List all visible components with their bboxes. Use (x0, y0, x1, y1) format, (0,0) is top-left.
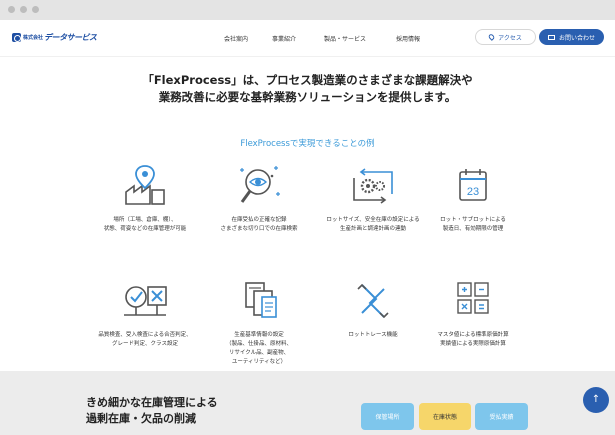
factory-pin-icon (125, 165, 165, 205)
tag-receipt-issue[interactable]: 受払実績 (475, 403, 528, 430)
tag-inventory-status[interactable]: 在庫状態 (419, 403, 471, 430)
trace-arrows-icon (357, 283, 389, 319)
company-logo[interactable]: 株式会社 データサービス (12, 32, 97, 43)
feature-text: マスタ値による標準原価計算 実績値による実際原価計算 (437, 332, 509, 347)
main-nav: 会社案内 事業紹介 製品・サービス 採用情報 (222, 34, 460, 44)
calendar-icon: 23 (459, 169, 487, 201)
nav-recruit[interactable]: 採用情報 (396, 34, 420, 43)
contact-button[interactable]: お問い合わせ (539, 29, 604, 45)
feature-text: ロット・サブロットによる 製造日、有効期限の管理 (440, 217, 506, 232)
inventory-band: きめ細かな在庫管理による 過剰在庫・欠品の削減 保管場所 在庫状態 受払実績 (0, 371, 615, 435)
hero-line-2: 業務改善に必要な基幹業務ソリューションを提供します。 (158, 90, 457, 104)
logo-mark-icon (12, 33, 21, 42)
documents-icon (245, 282, 277, 318)
logo-small-text: 株式会社 (23, 35, 44, 41)
map-pin-icon (487, 33, 496, 41)
gear-cycle-icon (353, 168, 393, 204)
band-title: きめ細かな在庫管理による 過剰在庫・欠品の削減 (86, 396, 218, 425)
calculator-icon (457, 282, 489, 314)
window-dot-icon (20, 6, 27, 13)
hero-line-1: 「FlexProcess」は、プロセス製造業のさまざまな課題解決や (142, 73, 473, 87)
nav-products[interactable]: 製品・サービス (324, 34, 366, 43)
contact-label: お問い合わせ (558, 34, 595, 42)
nav-company[interactable]: 会社案内 (224, 34, 248, 43)
back-to-top-button[interactable]: ↑ (583, 387, 609, 413)
arrow-up-icon: ↑ (591, 394, 601, 405)
logo-main-text: データサービス (44, 33, 97, 42)
access-label: アクセス (498, 34, 522, 42)
window-dot-icon (8, 6, 15, 13)
magnifier-eye-icon (240, 166, 280, 203)
mail-icon (547, 34, 555, 40)
calendar-number: 23 (467, 186, 479, 198)
pass-fail-icon (124, 286, 167, 316)
page: 株式会社 データサービス 会社案内 事業紹介 製品・サービス 採用情報 アクセス… (0, 20, 615, 435)
window-dot-icon (32, 6, 39, 13)
nav-business[interactable]: 事業紹介 (272, 34, 296, 43)
access-button[interactable]: アクセス (475, 29, 536, 45)
examples-title: FlexProcessで実現できることの例 (240, 139, 375, 149)
browser-chrome (0, 0, 615, 20)
tag-storage-location[interactable]: 保管場所 (361, 403, 414, 430)
hero-headline: 「FlexProcess」は、プロセス製造業のさまざまな課題解決や 業務改善に必… (0, 72, 615, 106)
site-header: 株式会社 データサービス 会社案内 事業紹介 製品・サービス 採用情報 アクセス… (0, 20, 615, 57)
